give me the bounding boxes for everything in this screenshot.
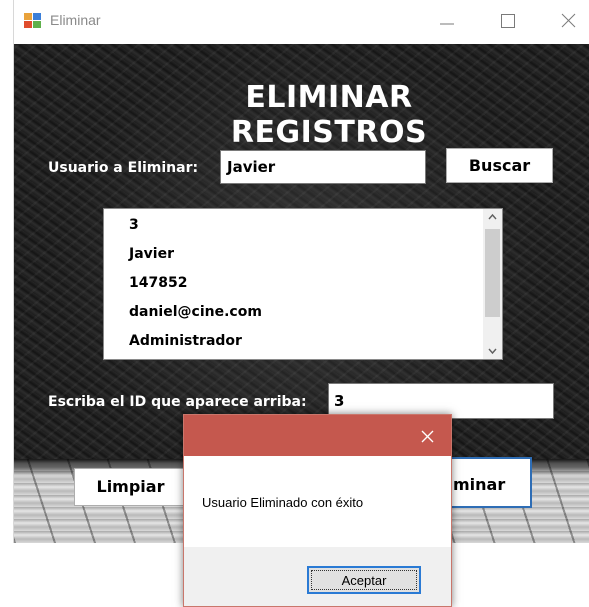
user-input[interactable]: Javier <box>220 150 426 184</box>
scroll-up-button[interactable] <box>483 209 502 226</box>
chevron-down-icon <box>488 348 497 355</box>
list-scrollbar[interactable] <box>483 209 502 359</box>
list-item[interactable]: Administrador <box>129 333 242 349</box>
message-box: Usuario Eliminado con éxito Aceptar <box>183 414 452 607</box>
maximize-icon <box>501 14 515 28</box>
minimize-icon <box>440 23 454 25</box>
clear-button[interactable]: Limpiar <box>74 468 187 506</box>
close-button[interactable] <box>552 6 584 36</box>
list-item[interactable]: 3 <box>129 217 139 233</box>
close-icon <box>421 430 434 443</box>
scroll-thumb[interactable] <box>485 229 500 317</box>
chevron-up-icon <box>488 213 497 220</box>
page-title: ELIMINAR REGISTROS <box>230 80 428 150</box>
scroll-down-button[interactable] <box>483 342 502 359</box>
result-listbox[interactable]: 3 Javier 147852 daniel@cine.com Administ… <box>103 208 503 360</box>
title-bar[interactable]: Eliminar <box>14 0 589 44</box>
close-icon <box>561 13 576 28</box>
user-label: Usuario a Eliminar: <box>48 160 199 176</box>
list-item[interactable]: Javier <box>129 246 174 262</box>
app-icon <box>24 13 41 28</box>
search-button[interactable]: Buscar <box>446 148 553 183</box>
dialog-footer: Aceptar <box>184 547 451 606</box>
minimize-button[interactable] <box>431 6 463 36</box>
list-item[interactable]: daniel@cine.com <box>129 304 262 320</box>
maximize-button[interactable] <box>492 6 524 36</box>
list-item[interactable]: 147852 <box>129 275 187 291</box>
dialog-message: Usuario Eliminado con éxito <box>202 495 364 510</box>
dialog-close-button[interactable] <box>418 426 438 446</box>
id-label: Escriba el ID que aparece arriba: <box>48 394 307 410</box>
dialog-title-bar[interactable] <box>184 415 451 456</box>
ok-button[interactable]: Aceptar <box>307 566 421 594</box>
window-title: Eliminar <box>50 12 101 28</box>
